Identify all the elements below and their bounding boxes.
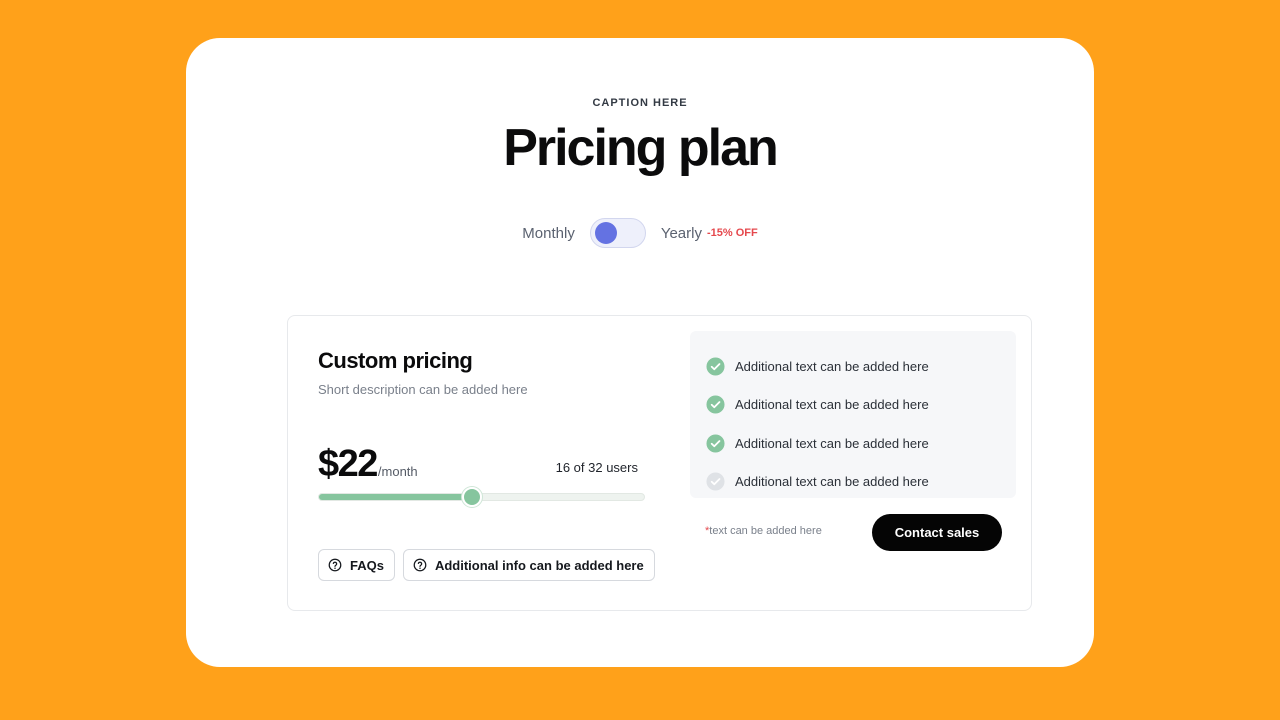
question-circle-icon (328, 558, 342, 572)
question-circle-icon (413, 558, 427, 572)
pricing-card: CAPTION HERE Pricing plan Monthly Yearly… (186, 38, 1094, 667)
slider-fill (319, 494, 472, 500)
price-period: /month (377, 464, 418, 479)
feature-text: Additional text can be added here (735, 435, 929, 451)
footnote-text: text can be added here (709, 525, 822, 537)
footnote: *text can be added here (705, 525, 822, 537)
additional-info-label: Additional info can be added here (434, 557, 644, 573)
price: $22 /month (318, 443, 418, 486)
feature-text: Additional text can be added here (735, 397, 929, 413)
feature-item: Additional text can be added here (690, 463, 1016, 502)
yearly-label[interactable]: Yearly (661, 225, 702, 242)
check-circle-icon (706, 357, 725, 376)
users-slider[interactable] (318, 487, 645, 507)
monthly-label[interactable]: Monthly (522, 225, 575, 242)
price-amount: $22 (318, 443, 378, 485)
feature-item: Additional text can be added here (690, 347, 1016, 386)
check-circle-icon (706, 472, 725, 491)
contact-sales-button[interactable]: Contact sales (872, 514, 1002, 551)
caption: CAPTION HERE (592, 97, 688, 109)
billing-toggle-row: Monthly Yearly -15% OFF (186, 218, 1094, 248)
feature-item: Additional text can be added here (690, 424, 1016, 463)
plan-panel: Custom pricing Short description can be … (287, 315, 1032, 611)
page-title: Pricing plan (503, 119, 779, 177)
features-list: Additional text can be added here Additi… (690, 331, 1016, 498)
help-buttons: FAQs Additional info can be added here (318, 549, 655, 581)
additional-info-button[interactable]: Additional info can be added here (402, 549, 655, 581)
feature-item: Additional text can be added here (690, 386, 1016, 425)
feature-text: Additional text can be added here (735, 474, 929, 490)
check-circle-icon (706, 434, 725, 453)
billing-toggle[interactable] (589, 218, 646, 248)
discount-badge: -15% OFF (706, 227, 758, 239)
check-circle-icon (706, 395, 725, 414)
feature-text: Additional text can be added here (735, 358, 929, 374)
faqs-button[interactable]: FAQs (318, 549, 395, 581)
users-count: 16 of 32 users (555, 460, 638, 475)
faqs-label: FAQs (350, 557, 384, 573)
slider-handle[interactable] (461, 487, 482, 507)
plan-description: Short description can be added here (318, 382, 528, 397)
toggle-knob (594, 222, 617, 244)
plan-name: Custom pricing (318, 348, 473, 373)
